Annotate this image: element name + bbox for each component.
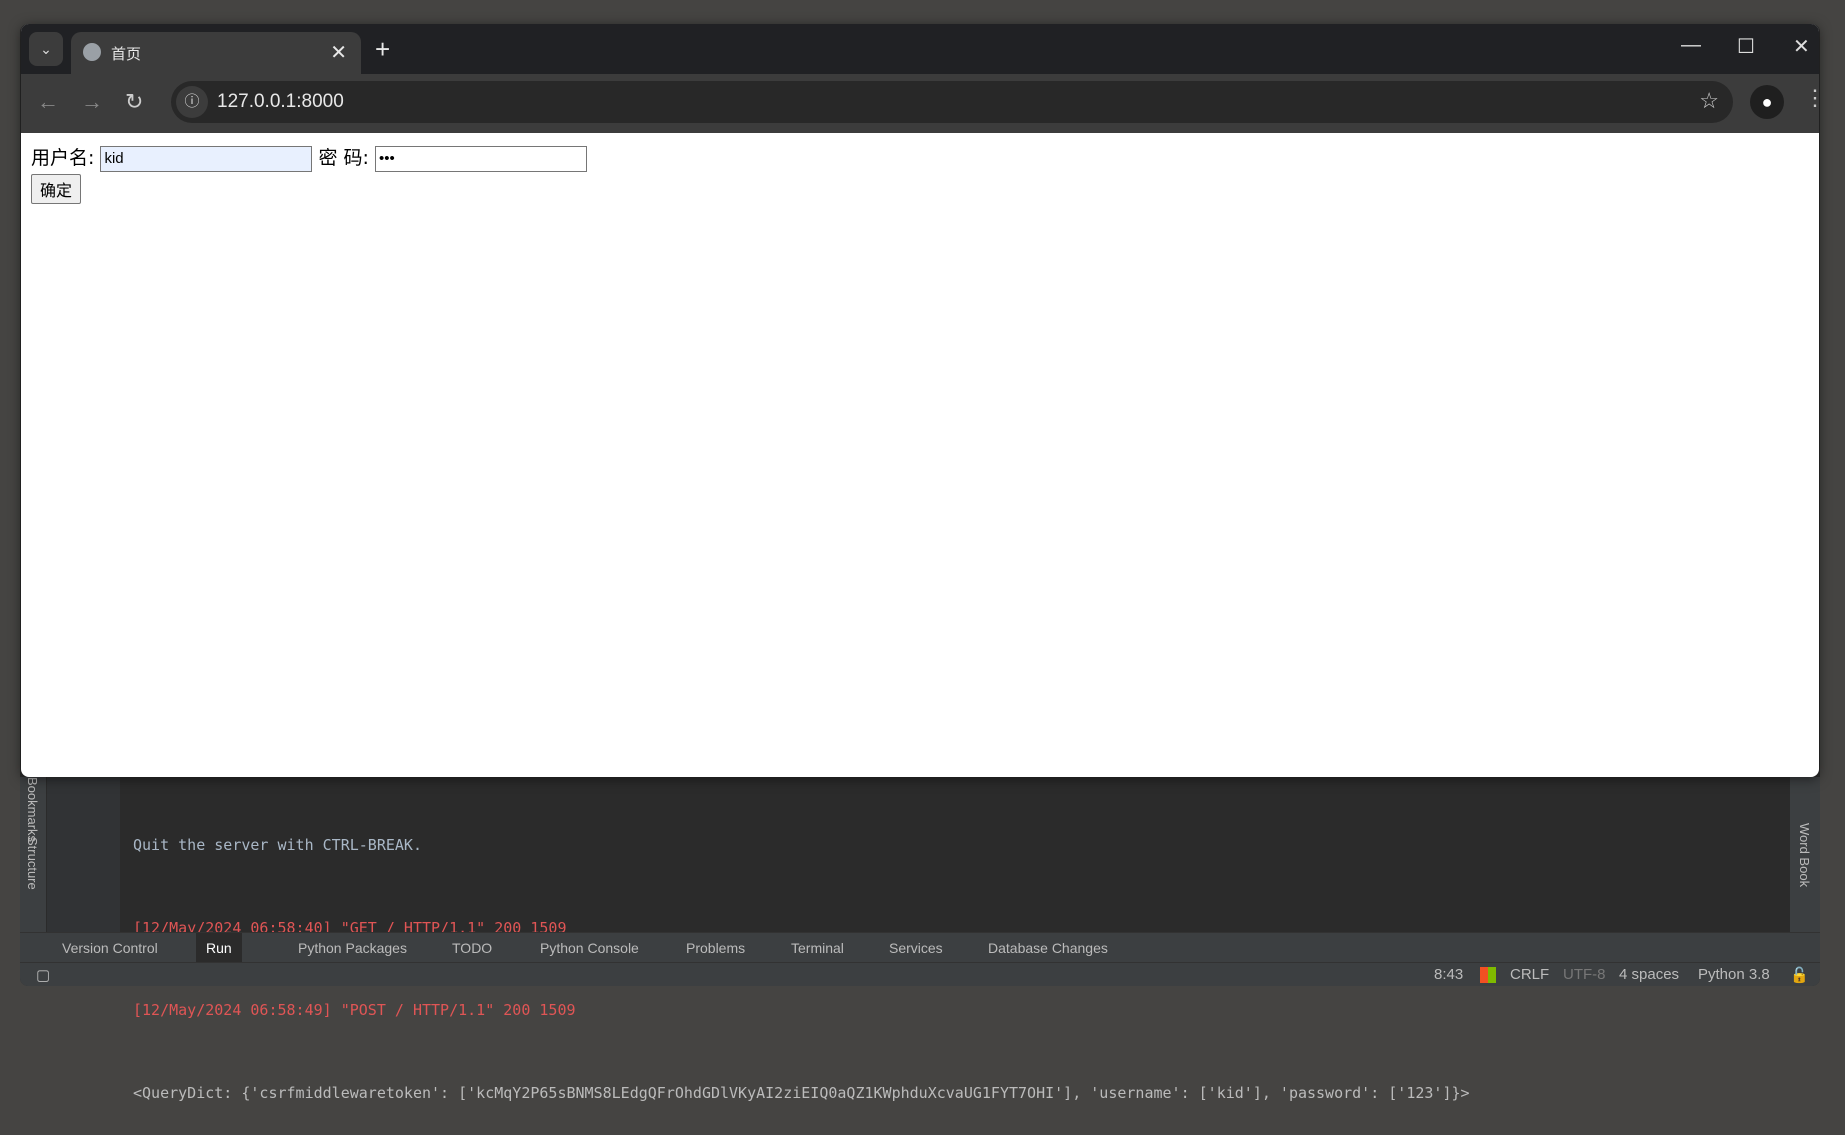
- right-tool-strip: Word Book: [1790, 777, 1820, 932]
- browser-toolbar: ← → ↻ ⓘ 127.0.0.1:8000 ☆ ● ⋮: [21, 74, 1819, 133]
- interpreter[interactable]: Python 3.8: [1698, 966, 1770, 983]
- globe-icon: [83, 43, 101, 61]
- window-close-icon[interactable]: ✕: [1793, 34, 1810, 59]
- reload-icon[interactable]: ↻: [125, 89, 143, 115]
- tool-services[interactable]: Services: [889, 940, 943, 956]
- console-line: [12/May/2024 06:58:49] "POST / HTTP/1.1"…: [133, 1001, 576, 1019]
- menu-icon[interactable]: ⋮: [1804, 85, 1819, 111]
- panel-toggle-icon[interactable]: ▢: [36, 966, 50, 984]
- tool-python-packages[interactable]: Python Packages: [298, 940, 407, 956]
- address-bar[interactable]: ⓘ 127.0.0.1:8000 ☆: [171, 81, 1733, 123]
- tool-window-bar: Version Control Run Python Packages TODO…: [20, 932, 1820, 963]
- windows-icon: [1480, 967, 1496, 983]
- tool-run[interactable]: Run: [196, 933, 242, 963]
- run-console[interactable]: Quit the server with CTRL-BREAK. [12/May…: [120, 777, 1790, 1102]
- left-tool-strip: Bookmarks Structure: [20, 777, 46, 932]
- page-content: 用户名: 密 码: 确定: [21, 133, 1819, 777]
- username-label: 用户名:: [31, 147, 95, 169]
- password-label: 密 码:: [318, 147, 369, 169]
- back-icon[interactable]: ←: [37, 89, 59, 115]
- indent[interactable]: 4 spaces: [1619, 966, 1679, 983]
- console-gutter: [46, 777, 120, 932]
- browser-window: ⌄ 首页 ✕ + — ☐ ✕ ← → ↻ ⓘ 127.0.0.1:8000 ☆ …: [21, 24, 1819, 777]
- tab-bar: ⌄ 首页 ✕ + — ☐ ✕: [21, 24, 1819, 74]
- password-input[interactable]: [375, 145, 587, 172]
- minimize-icon[interactable]: —: [1681, 34, 1701, 57]
- tool-problems[interactable]: Problems: [686, 940, 745, 956]
- forward-icon[interactable]: →: [81, 89, 103, 115]
- close-tab-icon[interactable]: ✕: [330, 40, 347, 65]
- tool-python-console[interactable]: Python Console: [540, 940, 639, 956]
- maximize-icon[interactable]: ☐: [1737, 34, 1755, 59]
- tab-home[interactable]: 首页 ✕: [71, 32, 361, 74]
- tool-version-control[interactable]: Version Control: [62, 940, 158, 956]
- tab-search-button[interactable]: ⌄: [29, 32, 63, 66]
- structure-tab[interactable]: Structure: [25, 837, 40, 890]
- caret-position[interactable]: 8:43: [1434, 966, 1463, 983]
- lock-icon[interactable]: 🔓: [1790, 966, 1809, 984]
- info-icon[interactable]: ⓘ: [176, 86, 208, 118]
- console-line: <QueryDict: {'csrfmiddlewaretoken': ['kc…: [133, 1083, 1470, 1102]
- tab-title: 首页: [111, 46, 142, 63]
- submit-button[interactable]: 确定: [31, 173, 82, 204]
- tool-todo[interactable]: TODO: [452, 940, 492, 956]
- username-input[interactable]: [100, 145, 313, 172]
- word-book-tab[interactable]: Word Book: [1797, 823, 1812, 887]
- console-line: Quit the server with CTRL-BREAK.: [133, 836, 422, 854]
- star-icon[interactable]: ☆: [1699, 88, 1719, 114]
- new-tab-button[interactable]: +: [375, 34, 390, 65]
- profile-icon[interactable]: ●: [1750, 85, 1784, 119]
- tool-terminal[interactable]: Terminal: [791, 940, 844, 956]
- url-text[interactable]: 127.0.0.1:8000: [217, 91, 344, 113]
- encoding[interactable]: UTF-8: [1563, 966, 1606, 983]
- line-ending[interactable]: CRLF: [1510, 966, 1549, 983]
- tool-database-changes[interactable]: Database Changes: [988, 940, 1108, 956]
- login-form: 用户名: 密 码: 确定: [31, 143, 1809, 204]
- bookmarks-tab[interactable]: Bookmarks: [25, 777, 40, 842]
- status-bar: ▢ 8:43 CRLF UTF-8 4 spaces Python 3.8 🔓: [20, 962, 1820, 986]
